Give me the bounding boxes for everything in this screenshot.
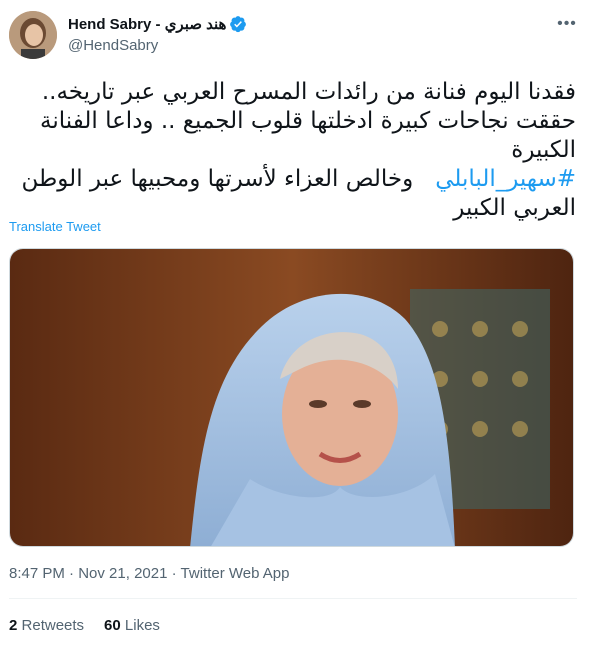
tweet-line: #سهير_البابلي وخالص العزاء لأسرتها ومحبي…: [10, 165, 576, 194]
avatar[interactable]: [9, 11, 57, 59]
tweet-stats: 2 Retweets 60 Likes: [9, 617, 160, 634]
verified-badge-icon: [229, 15, 247, 33]
retweets-count: 2: [9, 617, 18, 634]
tweet-source: Twitter Web App: [180, 565, 290, 582]
tweet-meta: 8:47 PM · Nov 21, 2021 · Twitter Web App: [9, 565, 289, 582]
author-display-name[interactable]: Hend Sabry - هند صبري: [68, 15, 226, 33]
meta-separator: ·: [69, 565, 75, 582]
likes-count: 60: [104, 617, 121, 634]
hashtag-link[interactable]: #سهير_البابلي: [435, 166, 576, 192]
more-options-icon[interactable]: •••: [557, 14, 577, 34]
translate-tweet-link[interactable]: Translate Tweet: [9, 219, 101, 234]
tweet-line-text: وخالص العزاء لأسرتها ومحبيها عبر الوطن: [21, 166, 414, 192]
likes-label: Likes: [124, 617, 160, 634]
tweet-text: فقدنا اليوم فنانة من رائدات المسرح العرب…: [10, 78, 576, 223]
retweets-stat[interactable]: 2 Retweets: [9, 617, 84, 634]
tweet-time[interactable]: 8:47 PM: [9, 565, 65, 582]
meta-separator: ·: [171, 565, 177, 582]
tweet-line: حققت نجاحات كبيرة ادخلتها قلوب الجميع ..…: [40, 108, 576, 134]
divider: [9, 598, 577, 599]
retweets-label: Retweets: [21, 617, 85, 634]
author-handle[interactable]: @HendSabry: [68, 37, 158, 54]
tweet-line: الكبيرة: [511, 137, 576, 163]
tweet-date[interactable]: Nov 21, 2021: [78, 565, 167, 582]
tweet-line: فقدنا اليوم فنانة من رائدات المسرح العرب…: [41, 79, 576, 105]
tweet-image[interactable]: [9, 248, 574, 547]
likes-stat[interactable]: 60 Likes: [104, 617, 160, 634]
